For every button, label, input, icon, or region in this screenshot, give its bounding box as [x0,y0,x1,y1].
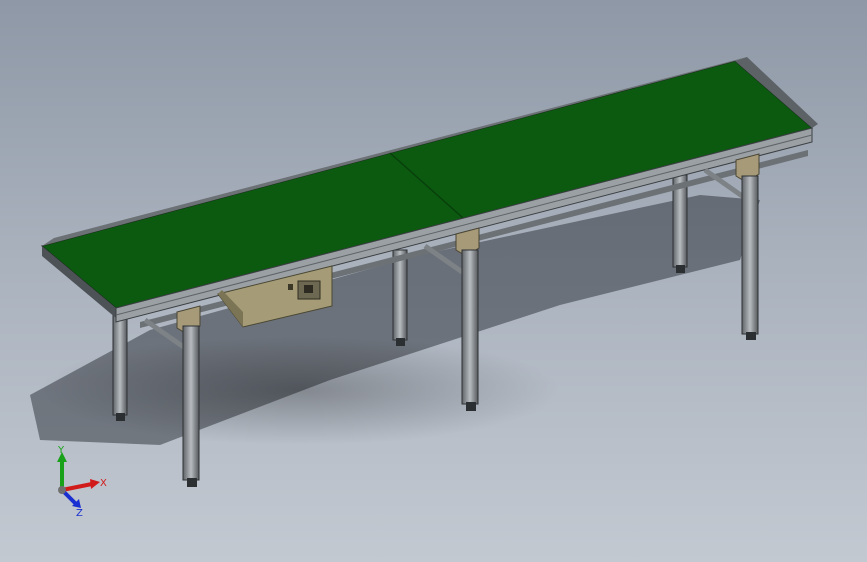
foot-back-right [676,265,685,273]
x-axis-label: X [100,478,107,489]
triad-origin [58,486,66,494]
foot-back-left [116,413,125,421]
foot-front-right [746,332,756,340]
leg-front-left [182,325,200,481]
x-axis-arrow-icon [61,482,93,492]
y-axis-label: Y [57,446,65,456]
leg-back-middle [392,249,408,341]
z-axis-label: Z [76,508,83,518]
leg-back-left [112,314,128,416]
conveyor-model-view[interactable] [0,0,867,562]
foot-back-middle [396,338,405,346]
leg-front-middle [461,249,479,405]
view-orientation-triad[interactable]: Y X Z [48,446,112,518]
cad-viewport[interactable]: Y X Z [0,0,867,562]
leg-front-right [741,175,759,335]
connector-icon [288,284,293,290]
power-switch-icon [304,285,313,293]
foot-front-middle [466,402,476,411]
foot-front-left [187,478,197,487]
